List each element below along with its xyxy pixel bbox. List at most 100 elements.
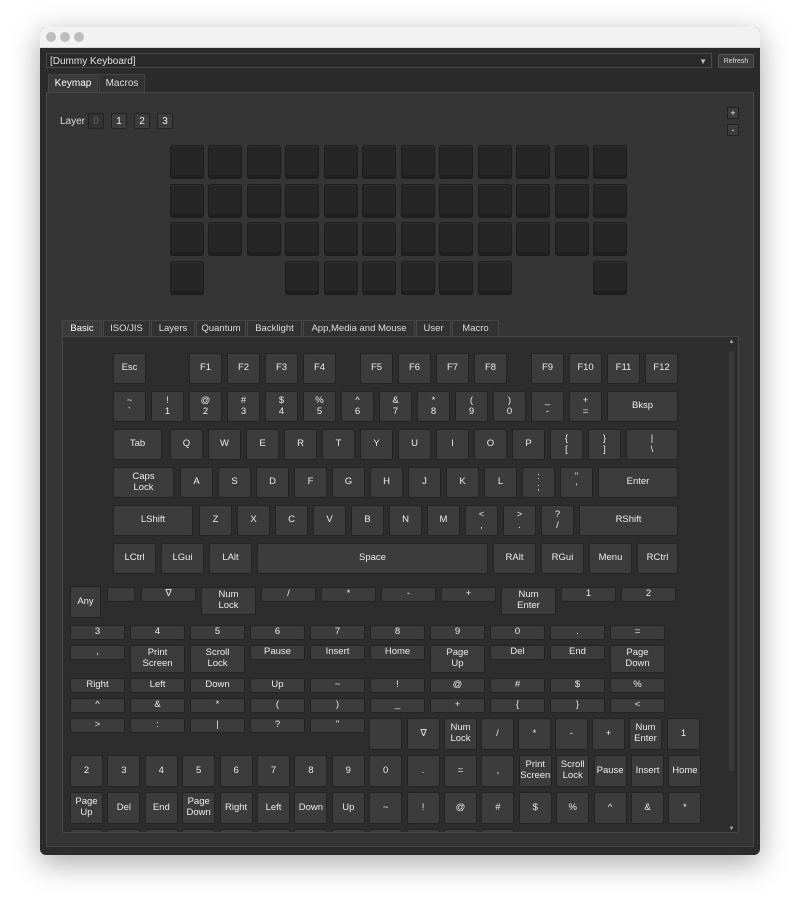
- keycode-key[interactable]: {: [490, 698, 545, 713]
- keycode-key[interactable]: ∇: [407, 718, 440, 750]
- keycode-key[interactable]: LAlt: [209, 543, 252, 574]
- keycode-key[interactable]: *: [321, 587, 376, 602]
- keycode-key[interactable]: >: [70, 718, 125, 733]
- keycode-key[interactable]: 5: [190, 625, 245, 640]
- keycode-key[interactable]: F12: [645, 353, 678, 384]
- scroll-down-icon[interactable]: ▼: [728, 826, 735, 832]
- keycode-key[interactable]: RGui: [541, 543, 584, 574]
- preview-key[interactable]: [362, 261, 396, 295]
- keycode-key[interactable]: -: [381, 587, 436, 602]
- preview-key[interactable]: [439, 145, 473, 179]
- keycode-key[interactable]: Page Down: [610, 645, 665, 673]
- keycode-key[interactable]: 4: [130, 625, 185, 640]
- keycode-key[interactable]: [406, 829, 440, 832]
- keycode-key[interactable]: Page Down: [182, 792, 216, 824]
- preview-key[interactable]: [247, 222, 281, 256]
- keycode-key[interactable]: <: [610, 698, 665, 713]
- preview-key[interactable]: [593, 261, 627, 295]
- keycode-key[interactable]: G: [332, 467, 365, 498]
- tab-backlight[interactable]: Backlight: [247, 320, 302, 336]
- keycode-key[interactable]: (: [250, 698, 305, 713]
- preview-key[interactable]: [324, 145, 358, 179]
- keycode-key[interactable]: Right: [219, 792, 253, 824]
- keycode-key[interactable]: ": [310, 718, 365, 733]
- keycode-key[interactable]: Scroll Lock: [190, 645, 245, 673]
- preview-key[interactable]: [285, 145, 319, 179]
- keycode-key[interactable]: ~: [310, 678, 365, 693]
- keycode-key[interactable]: L: [484, 467, 517, 498]
- keycode-key[interactable]: Bksp: [607, 391, 678, 422]
- keycode-key[interactable]: F7: [436, 353, 469, 384]
- keycode-key[interactable]: & 7: [379, 391, 412, 422]
- preview-key[interactable]: [593, 222, 627, 256]
- preview-key[interactable]: [555, 145, 589, 179]
- preview-key[interactable]: [478, 184, 512, 218]
- keycode-key[interactable]: 0: [369, 755, 403, 787]
- preview-key[interactable]: [170, 222, 204, 256]
- keycode-key[interactable]: ~ `: [113, 391, 146, 422]
- keycode-key[interactable]: Tab: [113, 429, 162, 460]
- keycode-key[interactable]: > .: [503, 505, 536, 536]
- tab-macros[interactable]: Macros: [99, 74, 145, 92]
- zoom-window-dot[interactable]: [74, 32, 84, 42]
- keycode-key[interactable]: Z: [199, 505, 232, 536]
- keycode-key[interactable]: ) 0: [493, 391, 526, 422]
- keycode-key[interactable]: @ 2: [189, 391, 222, 422]
- keycode-key[interactable]: 2: [621, 587, 676, 602]
- close-window-dot[interactable]: [46, 32, 56, 42]
- keycode-key[interactable]: + =: [569, 391, 602, 422]
- keycode-key[interactable]: Space: [257, 543, 488, 574]
- preview-key[interactable]: [324, 222, 358, 256]
- keycode-key[interactable]: *: [518, 718, 551, 750]
- preview-key[interactable]: [593, 145, 627, 179]
- preview-key[interactable]: [401, 261, 435, 295]
- keycode-key[interactable]: Del: [490, 645, 545, 660]
- preview-key[interactable]: [401, 184, 435, 218]
- keycode-key[interactable]: P: [512, 429, 545, 460]
- keycode-key[interactable]: * 8: [417, 391, 450, 422]
- tab-app-media-and-mouse[interactable]: App,Media and Mouse: [303, 320, 415, 336]
- keycode-key[interactable]: [331, 829, 365, 832]
- keycode-key[interactable]: ?: [250, 718, 305, 733]
- keycode-key[interactable]: F6: [398, 353, 431, 384]
- keycode-key[interactable]: Menu: [589, 543, 632, 574]
- keycode-key[interactable]: [219, 829, 253, 832]
- keycode-key[interactable]: #: [481, 792, 515, 824]
- keycode-key[interactable]: [481, 829, 515, 832]
- keycode-key[interactable]: % 5: [303, 391, 336, 422]
- keycode-key[interactable]: 9: [331, 755, 365, 787]
- keycode-key[interactable]: +: [430, 698, 485, 713]
- keycode-key[interactable]: F10: [569, 353, 602, 384]
- keycode-key[interactable]: A: [180, 467, 213, 498]
- preview-key[interactable]: [516, 184, 550, 218]
- preview-key[interactable]: [439, 222, 473, 256]
- refresh-button[interactable]: Refresh: [718, 54, 754, 68]
- keycode-key[interactable]: *: [668, 792, 702, 824]
- tab-quantum[interactable]: Quantum: [196, 320, 246, 336]
- keycode-key[interactable]: :: [130, 718, 185, 733]
- keycode-key[interactable]: F3: [265, 353, 298, 384]
- keycode-key[interactable]: RShift: [579, 505, 678, 536]
- keycode-key[interactable]: ^: [70, 698, 125, 713]
- keycode-key[interactable]: _: [370, 698, 425, 713]
- preview-key[interactable]: [362, 145, 396, 179]
- keycode-key[interactable]: 6: [219, 755, 253, 787]
- add-layer-button[interactable]: +: [727, 107, 739, 119]
- keycode-key[interactable]: [107, 829, 141, 832]
- keycode-key[interactable]: Caps Lock: [113, 467, 174, 498]
- preview-key[interactable]: [208, 222, 242, 256]
- keycode-key[interactable]: S: [218, 467, 251, 498]
- keycode-key[interactable]: LCtrl: [113, 543, 156, 574]
- keycode-key[interactable]: ^ 6: [341, 391, 374, 422]
- keycode-key[interactable]: X: [237, 505, 270, 536]
- keycode-key[interactable]: .: [550, 625, 605, 640]
- keycode-key[interactable]: =: [610, 625, 665, 640]
- keycode-key[interactable]: Scroll Lock: [556, 755, 590, 787]
- keycode-key[interactable]: 5: [182, 755, 216, 787]
- preview-key[interactable]: [170, 261, 204, 295]
- keycode-key[interactable]: W: [208, 429, 241, 460]
- keycode-key[interactable]: I: [436, 429, 469, 460]
- keycode-scrollbar[interactable]: ▲ ▼: [727, 339, 736, 832]
- keycode-key[interactable]: $ 4: [265, 391, 298, 422]
- keycode-key[interactable]: 8: [294, 755, 328, 787]
